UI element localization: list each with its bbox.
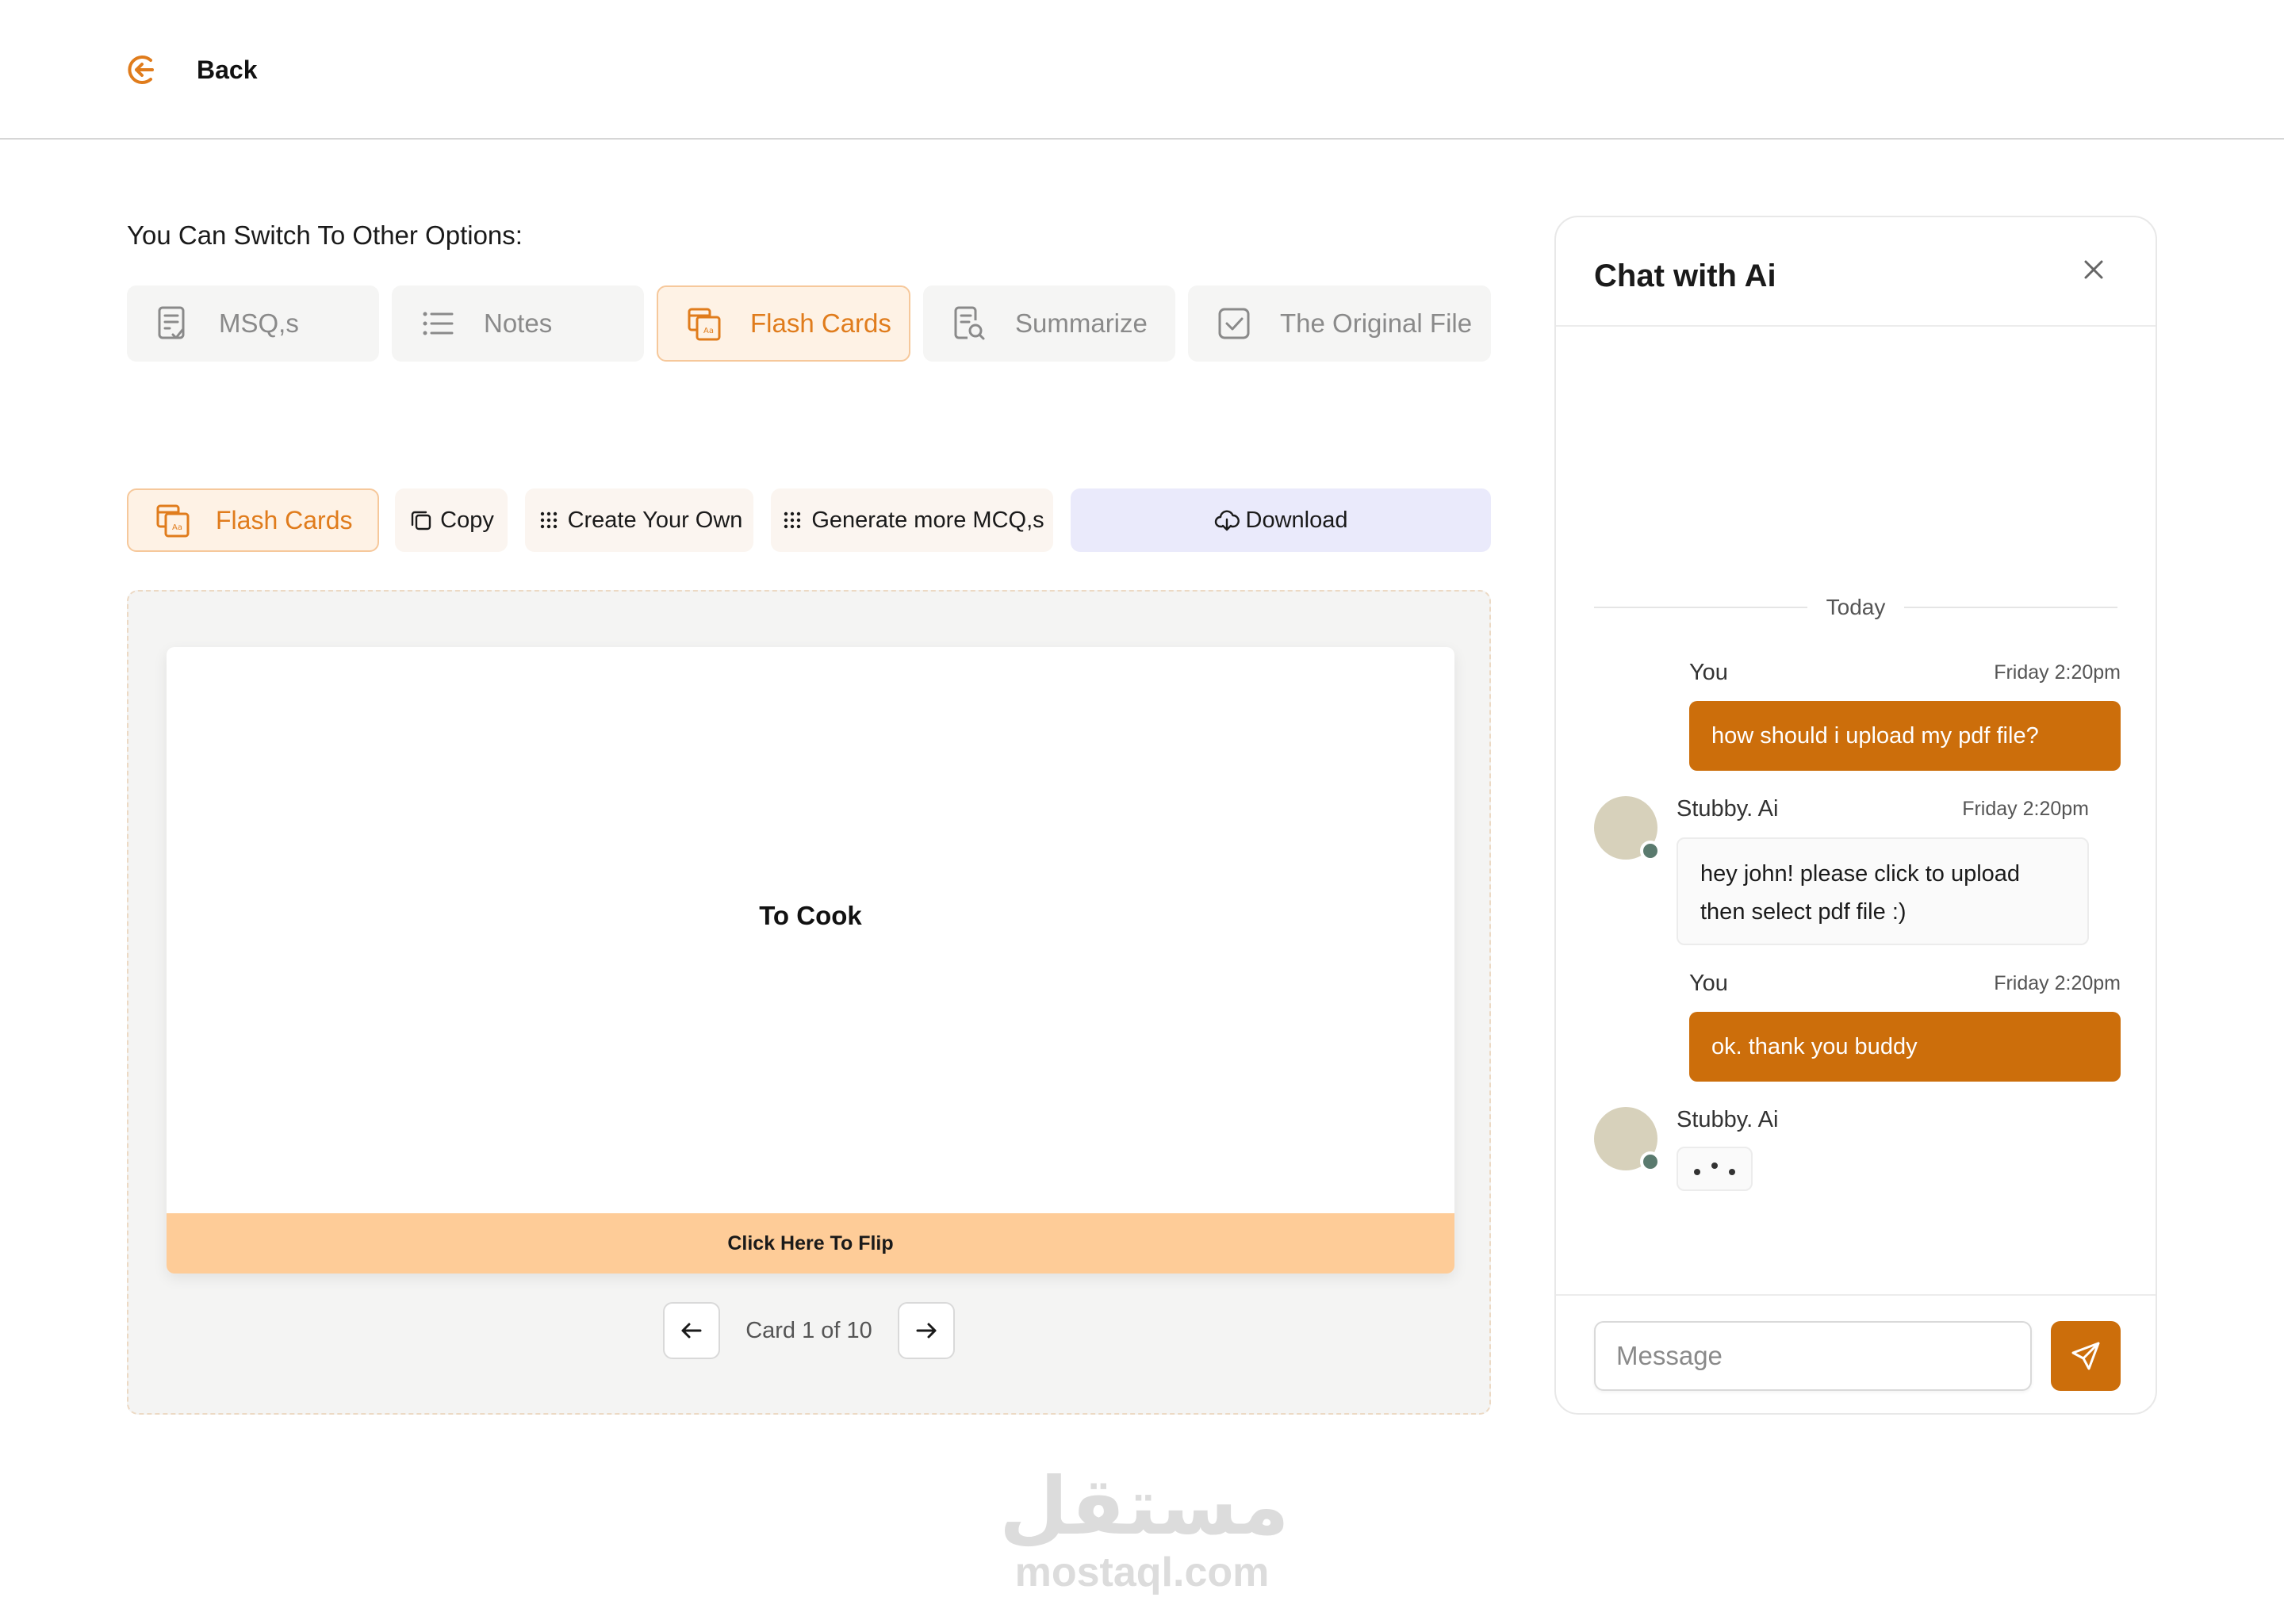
message-bubble-ai: hey john! please click to upload then se…	[1677, 837, 2089, 945]
option-label: MSQ,s	[219, 308, 299, 338]
message-sender: Stubby. Ai	[1677, 1107, 1779, 1132]
avatar	[1594, 1107, 1661, 1172]
cloud-download-icon	[1214, 508, 1240, 533]
watermark-latin: mostaql.com	[1014, 1549, 1270, 1595]
copy-icon	[408, 508, 434, 533]
back-label: Back	[197, 55, 258, 84]
close-icon	[2084, 260, 2103, 279]
option-flash-cards[interactable]: Aa Flash Cards	[657, 285, 910, 362]
back-button[interactable]: Back	[125, 51, 258, 89]
date-divider-label: Today	[1826, 595, 1886, 619]
message-input[interactable]	[1594, 1321, 2032, 1391]
option-label: The Original File	[1280, 308, 1473, 338]
generate-more-button[interactable]: Generate more MCQ,s	[771, 488, 1053, 552]
arrow-right-icon	[916, 1323, 937, 1339]
message-meta: You Friday 2:20pm	[1689, 971, 2121, 997]
message-time: Friday 2:20pm	[1994, 972, 2121, 994]
message-text-line: hey john! please click to upload	[1700, 861, 2021, 887]
doc-search-icon	[952, 304, 987, 343]
switch-options-title: You Can Switch To Other Options:	[127, 220, 523, 250]
option-label: Summarize	[1015, 308, 1148, 338]
watermark-arabic: مستقل	[999, 1460, 1290, 1553]
online-status-dot	[1640, 1151, 1661, 1172]
send-button[interactable]	[2051, 1321, 2121, 1391]
option-original-file[interactable]: The Original File	[1188, 285, 1491, 362]
flash-cards-icon: Aa	[687, 304, 722, 343]
download-label: Download	[1245, 507, 1348, 533]
option-label: Notes	[484, 308, 553, 338]
online-status-dot	[1640, 841, 1661, 861]
watermark: مستقل mostaql.com	[999, 1460, 1290, 1596]
top-bar: Back	[0, 0, 2284, 140]
svg-text:Aa: Aa	[172, 523, 182, 532]
card-counter: Card 1 of 10	[745, 1317, 872, 1343]
checklist-doc-icon	[155, 304, 190, 343]
message-time: Friday 2:20pm	[1994, 661, 2121, 684]
checkbox-icon	[1217, 304, 1251, 343]
generate-more-label: Generate more MCQ,s	[811, 507, 1044, 533]
grid-dots-icon	[780, 508, 805, 533]
flash-cards-tab-label: Flash Cards	[216, 505, 353, 534]
typing-indicator	[1677, 1147, 1753, 1191]
message-sender: Stubby. Ai	[1677, 796, 1779, 822]
card-word: To Cook	[759, 901, 862, 930]
copy-label: Copy	[440, 507, 494, 533]
flip-button[interactable]: Click Here To Flip	[167, 1213, 1454, 1274]
download-button[interactable]: Download	[1071, 488, 1491, 552]
message-bubble-user: ok. thank you buddy	[1689, 1012, 2121, 1082]
chat-title: Chat with Ai	[1594, 259, 1776, 293]
avatar	[1594, 796, 1661, 861]
back-arrow-icon	[125, 52, 160, 87]
message-meta: Stubby. Ai Friday 2:20pm	[1677, 796, 2089, 822]
arrow-left-icon	[681, 1323, 702, 1339]
message-meta: You Friday 2:20pm	[1689, 660, 2121, 686]
option-msqs[interactable]: MSQ,s	[127, 285, 379, 362]
chat-header: Chat with Ai	[1556, 217, 2156, 327]
create-your-own-button[interactable]: Create Your Own	[525, 488, 753, 552]
create-your-own-label: Create Your Own	[567, 507, 743, 533]
flash-card[interactable]: To Cook Click Here To Flip	[167, 647, 1454, 1274]
message-bubble-user: how should i upload my pdf file?	[1689, 701, 2121, 771]
send-icon	[2071, 1342, 2100, 1370]
flash-card-area: To Cook Click Here To Flip Card 1 of 10	[127, 590, 1491, 1415]
svg-text:Aa: Aa	[703, 327, 714, 335]
previous-card-button[interactable]	[663, 1302, 721, 1359]
next-card-button[interactable]	[897, 1302, 955, 1359]
message-time: Friday 2:20pm	[1962, 798, 2089, 820]
message-text-line: then select pdf file :)	[1700, 899, 1907, 925]
option-summarize[interactable]: Summarize	[923, 285, 1175, 362]
copy-button[interactable]: Copy	[395, 488, 508, 552]
message-sender: You	[1689, 660, 1728, 685]
date-divider: Today	[1594, 592, 2117, 623]
chat-footer	[1556, 1294, 2156, 1413]
chat-panel: Chat with Ai Today You Friday 2:20pm how…	[1554, 216, 2157, 1415]
option-label: Flash Cards	[750, 308, 891, 338]
list-icon	[420, 304, 455, 343]
flash-cards-tab[interactable]: Aa Flash Cards	[127, 488, 379, 552]
message-meta: Stubby. Ai	[1677, 1107, 2089, 1133]
message-sender: You	[1689, 971, 1728, 996]
grid-dots-icon	[536, 508, 561, 533]
card-pager: Card 1 of 10	[128, 1302, 1489, 1359]
flash-cards-icon: Aa	[154, 501, 192, 539]
option-notes[interactable]: Notes	[392, 285, 644, 362]
close-chat-button[interactable]	[2078, 254, 2110, 285]
